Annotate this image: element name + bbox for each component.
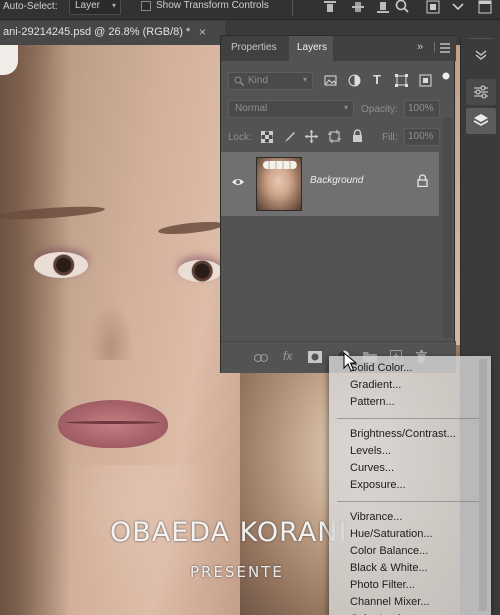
align-middle-icon[interactable] [352, 0, 364, 14]
align-top-icon[interactable] [324, 0, 336, 14]
divider [292, 0, 293, 16]
tab-properties[interactable]: Properties [221, 36, 287, 61]
frame-icon[interactable] [426, 0, 440, 14]
auto-select-value: Layer [75, 0, 101, 11]
fill-value: 100% [408, 131, 434, 142]
layers-scrollbar[interactable] [443, 118, 452, 338]
lock-transparent-icon[interactable] [261, 131, 273, 143]
menu-item-gradient[interactable]: Gradient... [350, 379, 401, 391]
menu-item-color-balance[interactable]: Color Balance... [350, 545, 428, 557]
filter-kind-label: Kind [248, 75, 269, 86]
fx-icon[interactable]: fx [283, 349, 292, 363]
lock-pixels-icon[interactable] [283, 131, 295, 143]
blend-mode-value: Normal [235, 103, 268, 114]
close-icon[interactable]: × [199, 25, 206, 39]
auto-select-dropdown[interactable]: Layer ▾ [69, 0, 121, 15]
divider: | [433, 41, 436, 53]
mouse-cursor-icon [343, 352, 357, 372]
chevron-down-icon: ▾ [343, 103, 348, 112]
menu-item-exposure[interactable]: Exposure... [350, 479, 406, 491]
watermark-name: OBAEDA KORANI [110, 517, 348, 548]
menu-item-curves[interactable]: Curves... [350, 462, 394, 474]
filter-adjustment-icon[interactable] [348, 74, 361, 87]
menu-separator [337, 501, 479, 502]
workspace-icon[interactable] [478, 0, 492, 14]
document-tab-title: ani-29214245.psd @ 26.8% (RGB/8) * [3, 26, 191, 38]
search-icon [234, 76, 244, 86]
fill-input[interactable]: 100% [404, 128, 440, 146]
filter-pixel-icon[interactable] [324, 74, 337, 87]
watermark-presents: PRESENTE [190, 563, 284, 581]
menu-item-levels[interactable]: Levels... [350, 445, 391, 457]
visibility-eye-icon[interactable] [231, 177, 245, 187]
chevron-down-icon: ▾ [111, 1, 116, 10]
search-icon[interactable] [395, 0, 409, 13]
filter-toggle-icon[interactable] [442, 72, 450, 86]
layers-panel-icon[interactable] [466, 108, 496, 134]
photo-brow-right [157, 219, 225, 237]
menu-item-pattern[interactable]: Pattern... [350, 396, 395, 408]
layer-thumbnail [256, 157, 302, 211]
divider [469, 38, 493, 39]
options-bar: Auto-Select: Layer ▾ Show Transform Cont… [0, 0, 500, 20]
lock-icon [417, 174, 428, 187]
filter-kind-dropdown[interactable]: Kind ▾ [228, 72, 313, 90]
menu-item-black-white[interactable]: Black & White... [350, 562, 428, 574]
show-transform-label: Show Transform Controls [156, 0, 269, 11]
opacity-value: 100% [408, 103, 434, 114]
lock-label: Lock: [228, 132, 252, 143]
auto-select-label: Auto-Select: [3, 1, 58, 12]
document-tab[interactable]: ani-29214245.psd @ 26.8% (RGB/8) * × [0, 21, 225, 45]
link-icon[interactable] [254, 354, 268, 362]
expand-panel-icon[interactable]: » [417, 41, 423, 53]
menu-item-brightness-contrast[interactable]: Brightness/Contrast... [350, 428, 456, 440]
mask-icon[interactable] [308, 351, 322, 363]
lock-artboard-icon[interactable] [328, 130, 341, 143]
chevron-down-icon[interactable] [450, 0, 466, 14]
show-transform-checkbox[interactable] [141, 1, 151, 11]
filter-type-icon[interactable]: T [373, 72, 381, 87]
layer-name[interactable]: Background [310, 175, 363, 186]
lock-position-icon[interactable] [305, 130, 318, 143]
opacity-input[interactable]: 100% [404, 100, 440, 118]
adjustments-panel-icon[interactable] [466, 79, 496, 105]
filter-shape-icon[interactable] [395, 74, 408, 87]
opacity-label: Opacity: [361, 104, 398, 115]
lock-all-icon[interactable] [352, 129, 363, 143]
panel-tabs: Properties Layers » | [221, 36, 456, 61]
photo-eye-right [178, 260, 222, 282]
collapse-panels-icon[interactable] [466, 42, 496, 68]
fill-label: Fill: [382, 132, 398, 143]
menu-item-hue-saturation[interactable]: Hue/Saturation... [350, 528, 433, 540]
align-bottom-icon[interactable] [377, 0, 389, 14]
layers-panel: Properties Layers » | Kind ▾ T Normal ▾ … [220, 35, 456, 373]
menu-item-solid-color[interactable]: Solid Color... [350, 362, 412, 374]
filter-smart-object-icon[interactable] [419, 74, 432, 87]
menu-item-photo-filter[interactable]: Photo Filter... [350, 579, 415, 591]
photo-nose [88, 300, 134, 360]
adjustment-layer-menu: Solid Color... Gradient... Pattern... Brigh… [329, 356, 491, 615]
panel-menu-icon[interactable] [440, 43, 450, 53]
menu-scrollbar[interactable] [479, 359, 487, 611]
chevron-down-icon: ▾ [302, 75, 307, 84]
blend-mode-dropdown[interactable]: Normal ▾ [228, 100, 354, 118]
tab-layers[interactable]: Layers [289, 36, 333, 61]
menu-item-vibrance[interactable]: Vibrance... [350, 511, 402, 523]
menu-separator [337, 418, 479, 419]
menu-item-channel-mixer[interactable]: Channel Mixer... [350, 596, 429, 608]
photo-lips [58, 400, 168, 448]
layer-row-background[interactable]: Background [221, 152, 439, 216]
photo-eye-left [34, 252, 88, 278]
